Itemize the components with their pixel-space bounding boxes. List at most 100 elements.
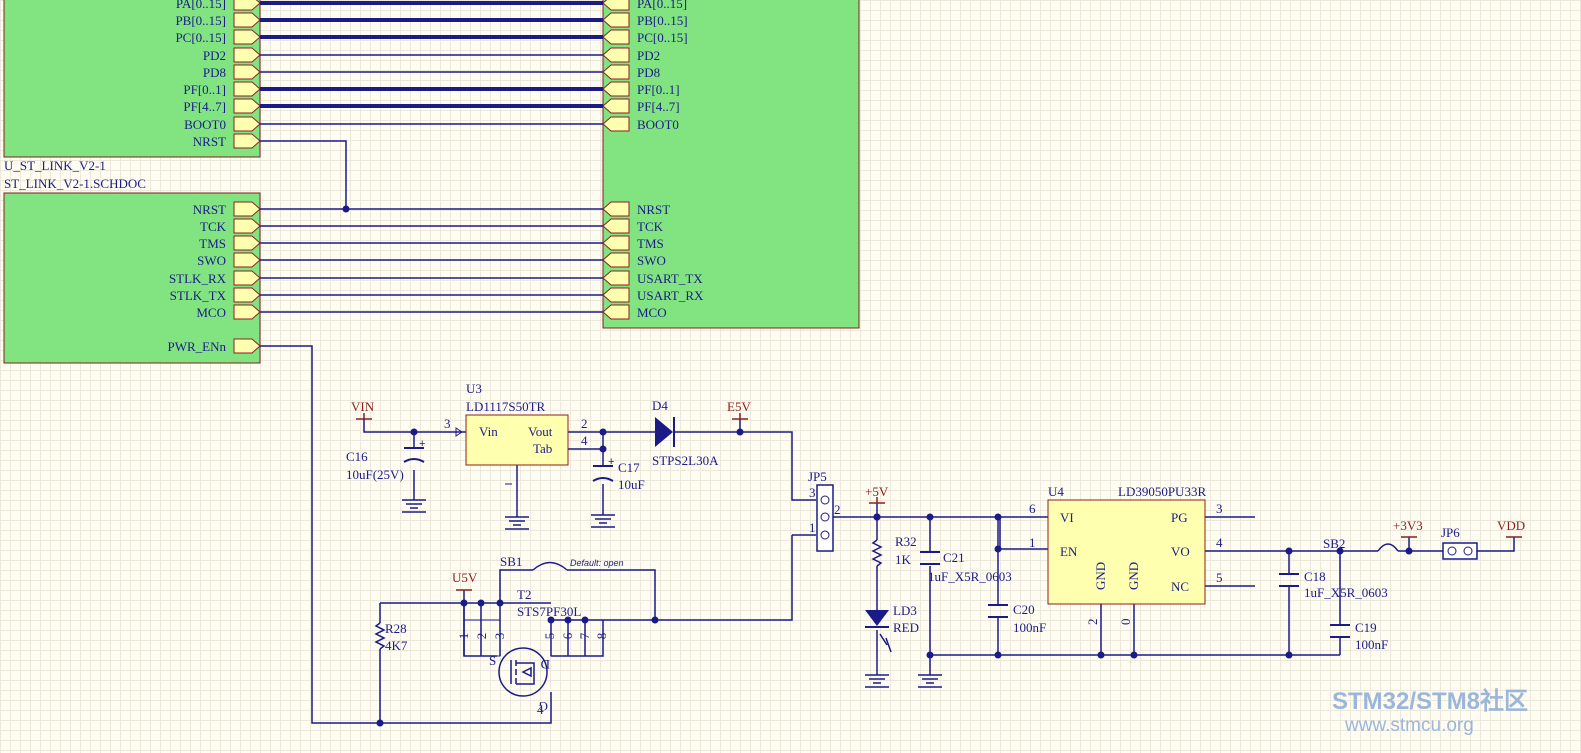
port-label: PF[4..7]	[637, 99, 680, 114]
jp5-designator: JP5	[808, 469, 827, 484]
port-mcu-top[interactable]: PA[0..15]	[602, 0, 687, 11]
port-label: STLK_TX	[170, 288, 227, 303]
r32-resistor-icon[interactable]	[871, 539, 883, 567]
u4-num-pg: 3	[1216, 501, 1223, 516]
c16-designator: C16	[346, 449, 368, 464]
c18-designator: C18	[1304, 569, 1326, 584]
t2-pin-number: 8	[594, 633, 609, 640]
u4-pin-nc: NC	[1171, 579, 1189, 594]
port-mcu-top[interactable]: PF[0..1]	[602, 81, 680, 97]
c16-value: 10uF(25V)	[346, 467, 404, 482]
port-label: PD8	[203, 65, 226, 80]
port-label: TMS	[637, 236, 664, 251]
port-mcu-bottom[interactable]: USART_RX	[602, 287, 704, 303]
port-left-top[interactable]: BOOT0	[184, 116, 261, 132]
port-mcu-top[interactable]: PB[0..15]	[602, 12, 688, 28]
port-mcu-bottom[interactable]: NRST	[602, 201, 670, 217]
u4-num-en: 1	[1029, 535, 1036, 550]
port-label: PB[0..15]	[637, 13, 688, 28]
port-label: TCK	[637, 219, 664, 234]
power-vin: VIN	[351, 399, 375, 414]
u3-pin-vout: Vout	[528, 424, 553, 439]
t2-pin-numbers: 123 5678	[456, 632, 609, 639]
u4-part: LD39050PU33R	[1118, 484, 1206, 499]
port-st-link[interactable]: PWR_ENn	[168, 338, 261, 354]
port-label: PD8	[637, 65, 660, 80]
port-label: NRST	[193, 202, 226, 217]
port-label: MCO	[196, 305, 226, 320]
port-label: BOOT0	[184, 117, 226, 132]
c20-designator: C20	[1013, 602, 1035, 617]
u3-body[interactable]	[465, 414, 569, 466]
ground-symbols	[402, 499, 942, 688]
wire-en	[999, 517, 1048, 550]
port-st-link[interactable]: STLK_TX	[170, 287, 261, 303]
port-label: PB[0..15]	[175, 13, 226, 28]
sheet-designator: U_ST_LINK_V2-1	[4, 158, 106, 173]
u4-pin-vo: VO	[1171, 544, 1190, 559]
jp5-pin3: 3	[809, 485, 816, 500]
sheet-filename: ST_LINK_V2-1.SCHDOC	[4, 176, 146, 191]
port-label: TMS	[199, 236, 226, 251]
d4-diode-icon[interactable]	[655, 417, 673, 447]
port-left-top[interactable]: PA[0..15]	[176, 0, 261, 11]
t2-pin-number: 6	[560, 632, 575, 639]
port-mcu-bottom[interactable]: USART_TX	[602, 270, 703, 286]
port-mcu-top[interactable]: PF[4..7]	[602, 98, 680, 114]
jp5-body[interactable]	[816, 484, 834, 552]
wire-vdd	[1477, 537, 1515, 552]
port-label: MCO	[637, 305, 667, 320]
u4-pin-en: EN	[1060, 544, 1078, 559]
u4-num-vo: 4	[1216, 535, 1223, 550]
u4-pin-gnd1: GND	[1093, 562, 1108, 590]
u3-pin-vin: Vin	[479, 424, 498, 439]
u4-num-nc: 5	[1216, 570, 1223, 585]
u4-designator: U4	[1048, 484, 1064, 499]
port-label: TCK	[200, 219, 227, 234]
u3-designator: U3	[466, 381, 482, 396]
t2-drain-label: D	[541, 657, 550, 672]
u3-pin-tab: Tab	[533, 441, 552, 456]
u3-pin-num-out: 2	[581, 416, 588, 431]
schematic: U_ST_LINK_V2-1 ST_LINK_V2-1.SCHDOC PA[0.…	[3, 0, 1528, 736]
port-left-top[interactable]: PC[0..15]	[175, 29, 261, 45]
u4-num-gnd2: 0	[1118, 619, 1133, 626]
port-label: PC[0..15]	[637, 30, 688, 45]
r28-resistor-icon[interactable]	[374, 622, 386, 650]
ld3-value: RED	[893, 620, 919, 635]
port-left-top[interactable]: PF[4..7]	[183, 98, 261, 114]
c21-designator: C21	[943, 550, 965, 565]
wire-gate	[380, 692, 552, 724]
port-label: PA[0..15]	[176, 0, 226, 11]
port-label: PF[0..1]	[183, 82, 226, 97]
c17-plus-icon: +	[608, 456, 614, 468]
u4-pin-vi: VI	[1060, 510, 1074, 525]
d4-value: STPS2L30A	[652, 453, 719, 468]
power-vdd: VDD	[1497, 518, 1525, 533]
watermark-title: STM32/STM8社区	[1332, 687, 1528, 715]
t2-source-label: S	[489, 653, 496, 668]
t2-designator: T2	[517, 587, 531, 602]
c17-value: 10uF	[618, 477, 645, 492]
port-mcu-top[interactable]: BOOT0	[602, 116, 679, 132]
port-st-link[interactable]: STLK_RX	[169, 270, 261, 286]
wire-u5v-sw	[603, 535, 793, 621]
u3-pin-num-in: 3	[444, 416, 451, 431]
power-5v: +5V	[865, 484, 889, 499]
sb2-solder-bridge-icon[interactable]	[1377, 543, 1399, 552]
port-mcu-top[interactable]: PC[0..15]	[602, 29, 688, 45]
port-left-top[interactable]: PF[0..1]	[183, 81, 261, 97]
ld3-led-icon[interactable]	[865, 610, 889, 626]
jp5-pin2: 2	[834, 502, 841, 517]
u4-num-gnd1: 2	[1085, 619, 1100, 626]
port-label: PA[0..15]	[637, 0, 687, 11]
u3-pin-num-tab: 4	[581, 433, 588, 448]
port-left-top[interactable]: PB[0..15]	[175, 12, 261, 28]
sb1-solder-bridge-icon[interactable]	[532, 561, 568, 571]
port-label: USART_RX	[637, 288, 704, 303]
jp6-designator: JP6	[1441, 525, 1460, 540]
port-label: PF[4..7]	[183, 99, 226, 114]
t2-pin-number: 1	[456, 633, 471, 640]
power-e5v: E5V	[727, 399, 751, 414]
d4-designator: D4	[652, 398, 668, 413]
